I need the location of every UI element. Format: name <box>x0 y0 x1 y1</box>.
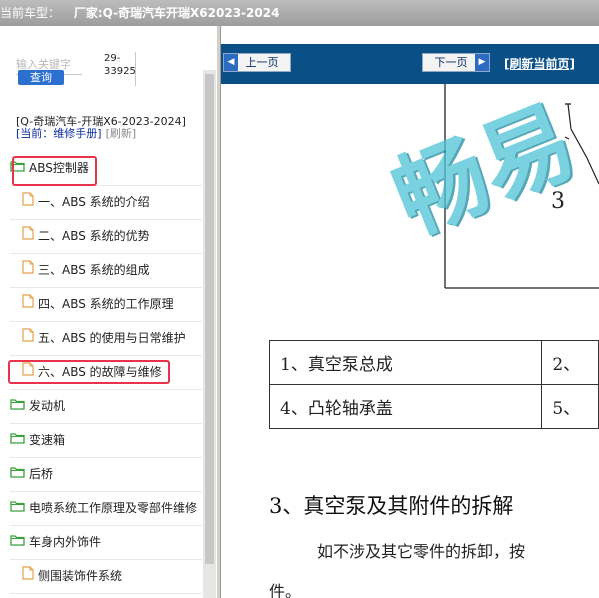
query-button[interactable]: 查询 <box>18 70 64 85</box>
table-cell: 4、凸轮轴承盖 <box>268 384 543 429</box>
table-cell: 1、真空泵总成 <box>268 340 543 385</box>
refresh-tree-link[interactable]: [刷新] <box>106 127 137 140</box>
table-cell: 5、 <box>541 384 599 429</box>
highlight-box <box>12 156 97 186</box>
tree-folder-item[interactable]: 电喷系统工作原理及零部件维修 <box>10 492 202 526</box>
document-icon <box>22 322 34 355</box>
tree-item-label: 侧围装饰件系统 <box>38 569 123 583</box>
tree-item-label: 四、ABS 系统的工作原理 <box>38 297 174 311</box>
prev-page-label: 上一页 <box>245 56 279 69</box>
folder-icon <box>10 492 25 525</box>
document-icon <box>22 288 34 321</box>
current-mode[interactable]: [当前：维修手册] <box>16 127 102 140</box>
highlight-box <box>8 360 170 384</box>
tree-folder-item[interactable]: 后桥 <box>10 458 202 492</box>
vendor-model-text: 厂家:Q-奇瑞汽车开瑞X62023-2024 <box>73 6 280 20</box>
tree-item-label: 五、ABS 的使用与日常维护 <box>38 331 186 345</box>
folder-icon <box>10 526 25 559</box>
tree-folder-item[interactable]: 车身内外饰件 <box>10 526 202 560</box>
right-pane: ◀ 上一页 下一页 ▶ [刷新当前页] 3 1、真空泵总成 2、 4、凸轮轴承盖… <box>221 26 599 598</box>
tree-item-label: 发动机 <box>29 399 66 413</box>
document-viewer: 3 1、真空泵总成 2、 4、凸轮轴承盖 5、 3、真空泵及其附件的拆解 如不涉… <box>221 84 599 598</box>
current-model-label: 当前车型： <box>0 6 61 20</box>
tree-doc-item[interactable]: 五、ABS 的使用与日常维护 <box>10 322 202 356</box>
code-line-2: 33925 <box>104 66 136 77</box>
left-pane: 查询 29- 33925 [Q-奇瑞汽车-开瑞X6-2023-2024] [当前… <box>0 26 216 598</box>
tree-folder-item[interactable]: 发动机 <box>10 390 202 424</box>
parts-table: 1、真空泵总成 2、 4、凸轮轴承盖 5、 <box>268 340 599 429</box>
arrow-right-icon: ▶ <box>475 54 489 71</box>
tree-item-label: 变速箱 <box>29 433 66 447</box>
code-line-1: 29- <box>104 53 121 64</box>
document-icon <box>22 254 34 287</box>
next-page-label: 下一页 <box>434 56 468 69</box>
document-icon <box>22 220 34 253</box>
tree-doc-item[interactable]: 四、ABS 系统的工作原理 <box>10 288 202 322</box>
document-icon <box>22 560 34 593</box>
folder-icon <box>10 390 25 423</box>
tree-doc-item[interactable]: 侧围装饰件系统 <box>10 560 202 594</box>
page-toolbar: ◀ 上一页 下一页 ▶ [刷新当前页] <box>221 44 599 84</box>
tree-item-label: 后桥 <box>29 467 54 481</box>
tree-doc-item[interactable]: 三、ABS 系统的组成 <box>10 254 202 288</box>
tree-doc-item[interactable]: 二、ABS 系统的优势 <box>10 220 202 254</box>
tree-doc-item[interactable]: 一、ABS 系统的介绍 <box>10 186 202 220</box>
search-area: 查询 29- 33925 [Q-奇瑞汽车-开瑞X6-2023-2024] [当前… <box>0 26 216 140</box>
tree-item-label: 电喷系统工作原理及零部件维修 <box>29 501 198 515</box>
refresh-page-link[interactable]: [刷新当前页] <box>504 55 575 72</box>
paragraph-continuation: 件。 <box>269 582 302 598</box>
table-row: 4、凸轮轴承盖 5、 <box>268 384 599 429</box>
vehicle-info: [Q-奇瑞汽车-开瑞X6-2023-2024] [当前：维修手册] [刷新] <box>16 116 201 140</box>
left-scrollbar[interactable] <box>203 70 216 598</box>
prev-page-button[interactable]: ◀ 上一页 <box>223 53 291 72</box>
title-bar: 当前车型： 厂家:Q-奇瑞汽车开瑞X62023-2024 <box>0 0 599 26</box>
table-cell: 2、 <box>541 340 599 385</box>
folder-icon <box>10 424 25 457</box>
left-scrollbar-thumb[interactable] <box>205 74 214 564</box>
tree-item-label: 二、ABS 系统的优势 <box>38 229 150 243</box>
next-page-button[interactable]: 下一页 ▶ <box>422 53 490 72</box>
tree-folder-item[interactable]: 变速箱 <box>10 424 202 458</box>
table-row: 1、真空泵总成 2、 <box>268 340 599 385</box>
document-icon <box>22 186 34 219</box>
folder-icon <box>10 458 25 491</box>
tree-item-label: 三、ABS 系统的组成 <box>38 263 150 277</box>
manual-tree: ABS控制器 一、ABS 系统的介绍 二、ABS 系统的优势 三、ABS 系统的组成四… <box>8 152 202 594</box>
tree-item-label: 车身内外饰件 <box>29 535 102 549</box>
paragraph-text: 如不涉及其它零件的拆卸，按 <box>317 542 526 561</box>
app-window: 当前车型： 厂家:Q-奇瑞汽车开瑞X62023-2024 查询 29- 3392… <box>0 0 599 598</box>
tree-item-label: 一、ABS 系统的介绍 <box>38 195 150 209</box>
arrow-left-icon: ◀ <box>224 54 238 71</box>
code-display: 29- 33925 <box>104 52 136 86</box>
section-title: 3、真空泵及其附件的拆解 <box>269 494 514 518</box>
